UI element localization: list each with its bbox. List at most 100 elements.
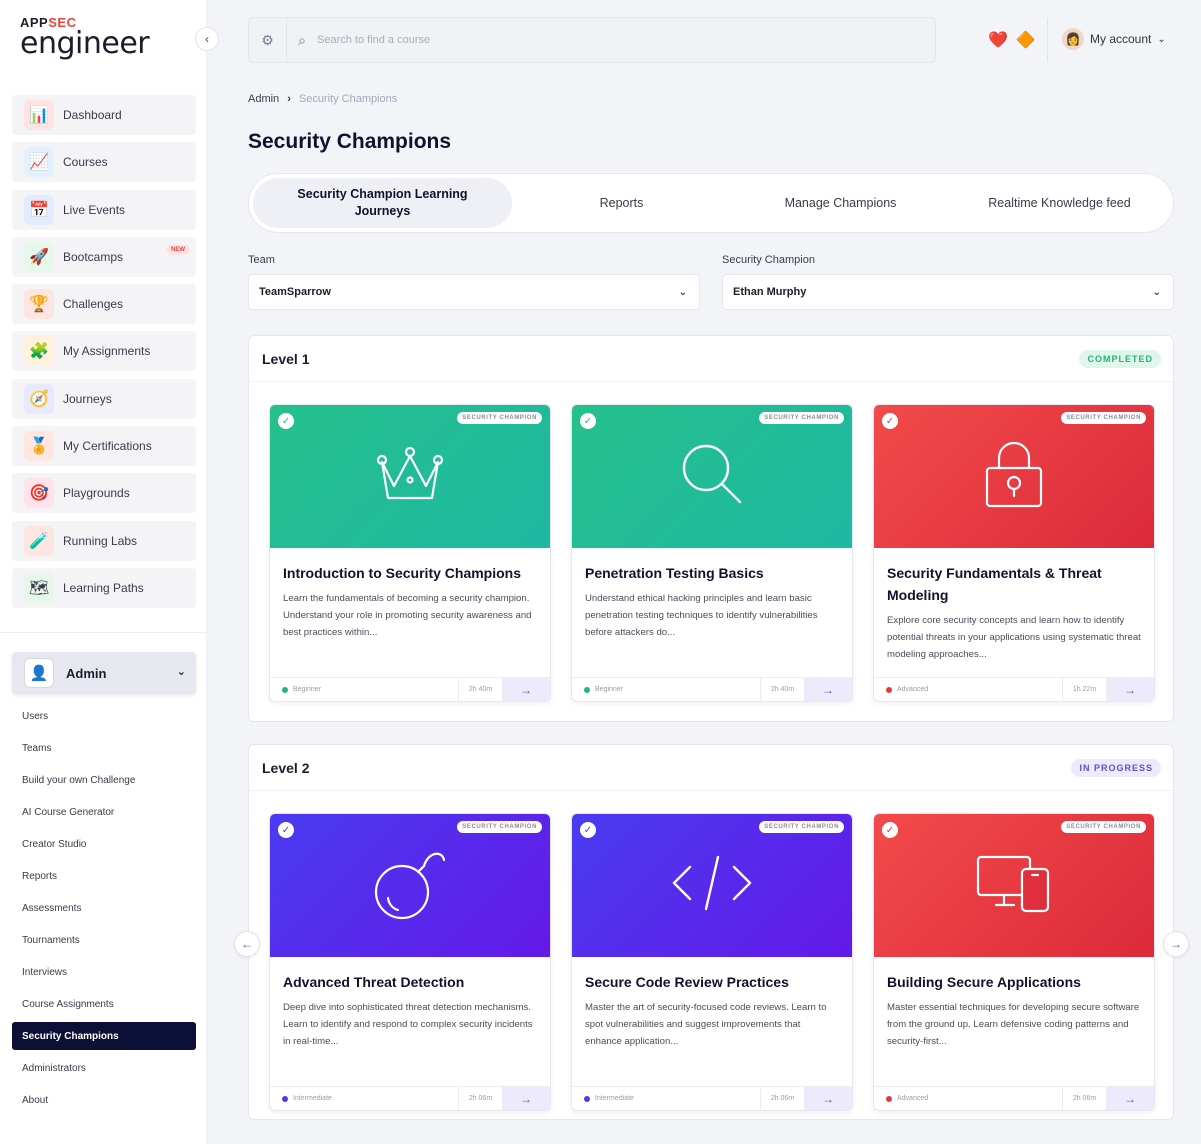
breadcrumb-root[interactable]: Admin: [248, 93, 279, 105]
appsec-engineer-logo[interactable]: APPSEC engineer: [20, 16, 160, 64]
sidebar-item-challenges[interactable]: 🏆 Challenges: [12, 284, 196, 325]
tab-security-champion-learning-journeys[interactable]: Security Champion Learning Journeys: [253, 178, 512, 228]
open-course-arrow-button[interactable]: →: [1106, 678, 1154, 701]
tab-reports[interactable]: Reports: [512, 178, 731, 228]
course-card-footer: Advanced 2h 06m →: [874, 1086, 1154, 1110]
sidebar-item-label: Bootcamps: [63, 249, 124, 264]
collapse-sidebar-button[interactable]: ‹: [195, 27, 219, 51]
live-events-icon: 📅: [24, 194, 54, 225]
admin-item-interviews[interactable]: Interviews: [12, 956, 196, 988]
difficulty-dot-icon: [282, 686, 288, 693]
team-select[interactable]: TeamSparrow ⌄: [248, 274, 700, 310]
open-course-arrow-button[interactable]: →: [804, 1087, 852, 1110]
difficulty-dot-icon: [584, 1095, 590, 1102]
sidebar-item-label: Courses: [63, 155, 108, 170]
course-card[interactable]: ✓ SECURITY CHAMPION Secure Code Review Pra…: [571, 813, 853, 1111]
sidebar-item-my-assignments[interactable]: 🧩 My Assignments: [12, 331, 196, 372]
course-card-body: Security Fundamentals & Threat Modeling E…: [874, 548, 1154, 663]
admin-item-tournaments[interactable]: Tournaments: [12, 924, 196, 956]
sidebar-item-label: My Certifications: [63, 439, 152, 454]
admin-item-security-champions[interactable]: Security Champions: [12, 1022, 196, 1050]
sidebar-item-dashboard[interactable]: 📊 Dashboard: [12, 95, 196, 135]
top-bar: ⚙ ⌕ ❤️ 🔶 👩 My account ⌄: [207, 0, 1201, 80]
tab-realtime-knowledge-feed[interactable]: Realtime Knowledge feed: [950, 178, 1169, 228]
difficulty-level: Intermediate: [572, 1095, 760, 1102]
course-card-footer: Intermediate 2h 06m →: [572, 1086, 852, 1110]
difficulty-label: Advanced: [897, 1095, 929, 1102]
duration: 2h 40m: [458, 678, 502, 701]
admin-item-administrators[interactable]: Administrators: [12, 1052, 196, 1084]
chevron-down-icon: ⌄: [1157, 33, 1166, 45]
admin-item-about[interactable]: About: [12, 1084, 196, 1116]
account-label: My account: [1090, 32, 1152, 46]
sidebar-item-journeys[interactable]: 🧭 Journeys: [12, 378, 196, 419]
sidebar-item-bootcamps[interactable]: 🚀 Bootcamps NEW: [12, 236, 196, 277]
open-course-arrow-button[interactable]: →: [804, 678, 852, 701]
tab-manage-champions[interactable]: Manage Champions: [731, 178, 950, 228]
admin-section-toggle[interactable]: 👤 Admin ⌄: [12, 652, 196, 694]
sidebar-item-label: Learning Paths: [63, 580, 144, 595]
search-icon: ⌕: [298, 31, 306, 48]
course-card-banner: ✓ SECURITY CHAMPION: [572, 405, 852, 548]
admin-item-assessments[interactable]: Assessments: [12, 892, 196, 924]
search-bar: ⚙ ⌕: [248, 17, 936, 63]
check-icon: ✓: [882, 822, 898, 838]
duration: 2h 06m: [1062, 1087, 1106, 1110]
search-input[interactable]: [317, 34, 817, 46]
playgrounds-icon: 🎯: [24, 478, 54, 509]
carousel-next-button[interactable]: →: [1163, 931, 1189, 957]
sidebar-item-learning-paths[interactable]: 🗺 Learning Paths: [12, 567, 196, 608]
admin-item-teams[interactable]: Teams: [12, 732, 196, 764]
admin-icon: 👤: [24, 658, 54, 688]
open-course-arrow-button[interactable]: →: [502, 1087, 550, 1110]
sidebar-item-courses[interactable]: 📈 Courses: [12, 142, 196, 183]
open-course-arrow-button[interactable]: →: [1106, 1087, 1154, 1110]
course-card[interactable]: ✓ SECURITY CHAMPION Introduction to Securi…: [269, 404, 551, 702]
admin-item-ai-course-generator[interactable]: AI Course Generator: [12, 796, 196, 828]
carousel-prev-button[interactable]: ←: [234, 931, 260, 957]
course-card[interactable]: ✓ SECURITY CHAMPION Advanced Threat Detect…: [269, 813, 551, 1111]
admin-sub-nav: Users Teams Build your own Challenge AI Cou…: [12, 700, 196, 1116]
admin-item-creator-studio[interactable]: Creator Studio: [12, 828, 196, 860]
gem-icon[interactable]: 🔶: [1016, 30, 1036, 50]
sidebar-item-my-certifications[interactable]: 🏅 My Certifications: [12, 426, 196, 467]
sidebar-item-label: Running Labs: [63, 533, 138, 548]
admin-item-users[interactable]: Users: [12, 700, 196, 732]
course-description: Deep dive into sophisticated threat dete…: [283, 1002, 533, 1047]
courses-icon: 📈: [24, 147, 54, 178]
open-course-arrow-button[interactable]: →: [502, 678, 550, 701]
difficulty-dot-icon: [886, 1095, 892, 1102]
admin-item-build-your-own-challenge[interactable]: Build your own Challenge: [12, 764, 196, 796]
breadcrumb-current: Security Champions: [298, 93, 398, 105]
admin-item-reports[interactable]: Reports: [12, 860, 196, 892]
course-description: Understand ethical hacking principles an…: [585, 593, 818, 638]
course-card-list: ✓ SECURITY CHAMPION Introduction to Securi…: [269, 404, 1155, 702]
course-title: Secure Code Review Practices: [585, 974, 789, 990]
sidebar-item-running-labs[interactable]: 🧪 Running Labs: [12, 520, 196, 561]
my-account-menu[interactable]: 👩 My account ⌄: [1062, 28, 1166, 50]
team-value: TeamSparrow: [259, 286, 331, 298]
course-card[interactable]: ✓ SECURITY CHAMPION Building Secure Applic…: [873, 813, 1155, 1111]
course-card[interactable]: ✓ SECURITY CHAMPION Penetration Testing Ba…: [571, 404, 853, 702]
difficulty-label: Beginner: [595, 686, 624, 693]
admin-item-course-assignments[interactable]: Course Assignments: [12, 988, 196, 1020]
journeys-icon: 🧭: [24, 383, 54, 414]
champion-filter: Security Champion Ethan Murphy ⌄: [722, 254, 1174, 310]
course-title: Introduction to Security Champions: [283, 565, 522, 581]
level-header: Level 1 COMPLETED: [249, 336, 1173, 382]
duration: 1h 22m: [1062, 678, 1106, 701]
filter-sliders-icon[interactable]: ⚙: [249, 18, 287, 62]
dashboard-icon: 📊: [24, 100, 54, 130]
champion-select[interactable]: Ethan Murphy ⌄: [722, 274, 1174, 310]
course-title: Building Secure Applications: [887, 974, 1081, 990]
page-title: Security Champions: [248, 130, 452, 153]
sidebar-item-live-events[interactable]: 📅 Live Events: [12, 189, 196, 230]
difficulty-dot-icon: [584, 686, 590, 693]
course-card-banner: ✓ SECURITY CHAMPION: [874, 405, 1154, 548]
check-icon: ✓: [580, 822, 596, 838]
level-section: Level 2 IN PROGRESS ✓ SECURITY CHAMPION Adva…: [248, 744, 1174, 1120]
sidebar-item-playgrounds[interactable]: 🎯 Playgrounds: [12, 473, 196, 514]
course-card[interactable]: ✓ SECURITY CHAMPION Security Fundamentals …: [873, 404, 1155, 702]
heart-icon[interactable]: ❤️: [988, 30, 1008, 50]
bootcamps-icon: 🚀: [24, 241, 54, 272]
